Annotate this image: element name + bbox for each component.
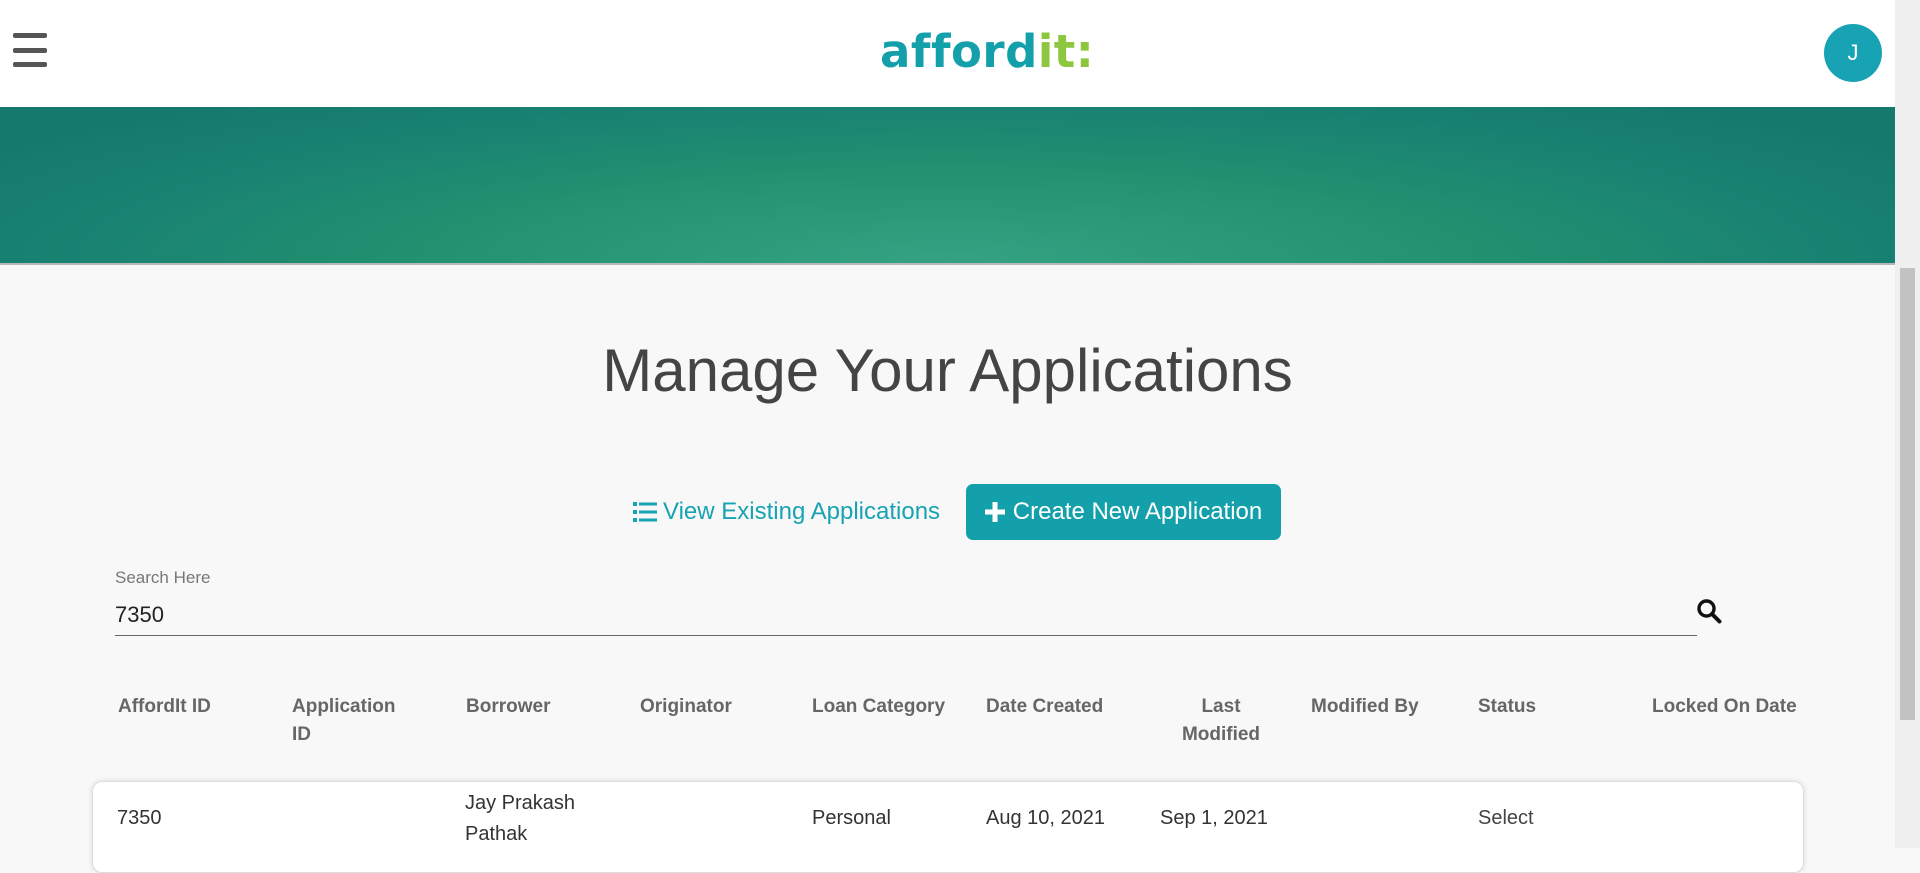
cell-last-modified: Sep 1, 2021 bbox=[1160, 807, 1268, 829]
create-new-label: Create New Application bbox=[1012, 498, 1263, 525]
table-row[interactable] bbox=[92, 781, 1804, 873]
cell-loan-category: Personal bbox=[812, 807, 891, 829]
column-header-last-modified[interactable]: Last Modified bbox=[1171, 693, 1271, 749]
top-bar: affordit: J bbox=[0, 0, 1895, 107]
search-label: Search Here bbox=[115, 568, 211, 587]
view-existing-applications-link[interactable]: View Existing Applications bbox=[633, 495, 940, 529]
logo[interactable]: affordit: bbox=[880, 22, 1094, 82]
column-header-borrower[interactable]: Borrower bbox=[466, 693, 606, 721]
hero-banner bbox=[0, 107, 1895, 265]
scrollbar-thumb[interactable] bbox=[1900, 268, 1915, 720]
column-header-loan-category[interactable]: Loan Category bbox=[812, 693, 972, 721]
column-header-date-created[interactable]: Date Created bbox=[986, 693, 1146, 721]
cell-date-created: Aug 10, 2021 bbox=[986, 807, 1105, 829]
search-icon[interactable] bbox=[1696, 598, 1722, 624]
column-header-originator[interactable]: Originator bbox=[640, 693, 780, 721]
column-header-locked-on-date[interactable]: Locked On Date bbox=[1652, 693, 1812, 721]
cell-affordit-id: 7350 bbox=[117, 807, 162, 829]
list-icon bbox=[633, 502, 657, 522]
menu-icon[interactable] bbox=[13, 33, 47, 67]
page-title: Manage Your Applications bbox=[602, 337, 1293, 404]
vertical-scrollbar[interactable] bbox=[1895, 0, 1920, 848]
view-existing-label: View Existing Applications bbox=[663, 498, 941, 525]
create-new-application-button[interactable]: Create New Application bbox=[966, 484, 1281, 540]
cell-borrower: Jay Prakash Pathak bbox=[465, 792, 576, 845]
user-avatar[interactable]: J bbox=[1824, 24, 1882, 82]
search-input[interactable] bbox=[115, 595, 1697, 636]
column-header-status[interactable]: Status bbox=[1478, 693, 1598, 721]
column-header-affordit-id[interactable]: AffordIt ID bbox=[118, 693, 258, 721]
status-select[interactable]: Select bbox=[1478, 803, 1534, 834]
plus-icon bbox=[984, 502, 1005, 522]
column-header-modified-by[interactable]: Modified By bbox=[1311, 693, 1461, 721]
column-header-application-id[interactable]: Application ID bbox=[292, 693, 412, 749]
